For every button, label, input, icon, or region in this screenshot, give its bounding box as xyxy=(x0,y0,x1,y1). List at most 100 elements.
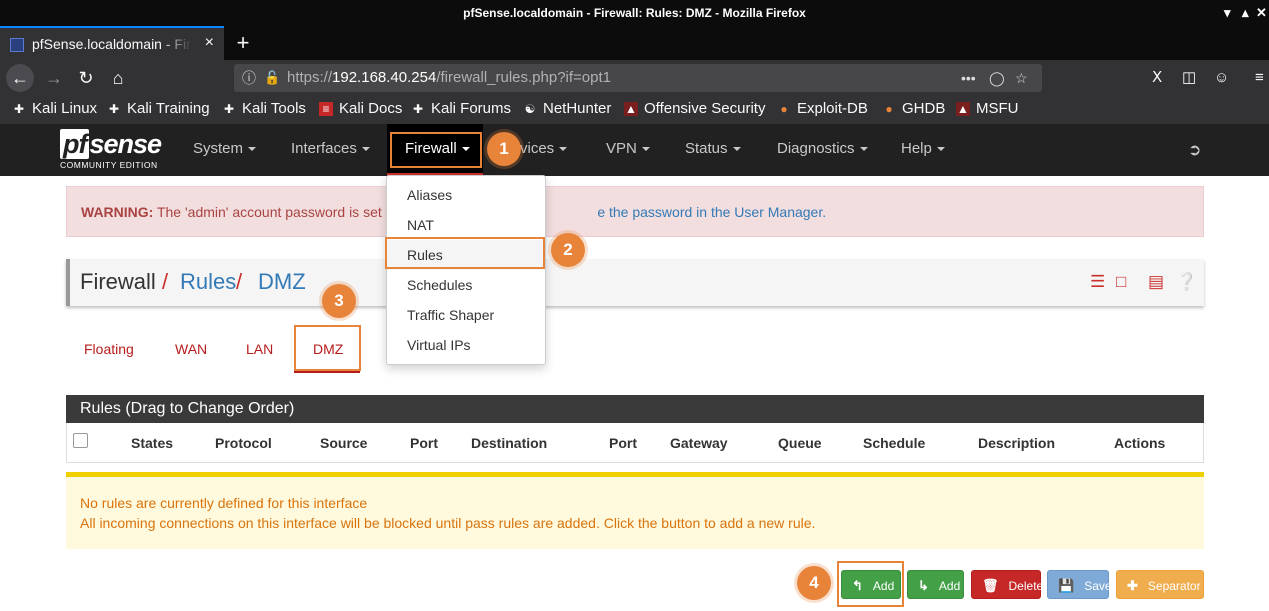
col-description: Description xyxy=(978,435,1056,451)
caret-down-icon xyxy=(641,147,650,152)
insecure-lock-icon[interactable]: 🔓 xyxy=(264,64,280,92)
menu-vpn[interactable]: VPN xyxy=(606,124,650,176)
firewall-dropdown: Aliases NAT Rules Schedules Traffic Shap… xyxy=(386,175,546,365)
notice-line-2: All incoming connections on this interfa… xyxy=(80,515,816,531)
bookmark-kali-linux[interactable]: ✚ Kali Linux xyxy=(12,100,97,117)
col-destination-port: Port xyxy=(609,435,637,451)
col-source: Source xyxy=(320,435,368,451)
new-tab-button[interactable]: + xyxy=(232,30,254,56)
window-title: pfSense.localdomain - Firewall: Rules: D… xyxy=(463,6,806,20)
caret-down-icon xyxy=(936,147,945,152)
nethunter-icon: ☯ xyxy=(524,101,536,116)
account-icon[interactable]: ☺ xyxy=(1214,64,1229,92)
reload-icon[interactable]: ↻ xyxy=(72,64,100,92)
logo-subtitle: COMMUNITY EDITION xyxy=(60,160,158,170)
menu-services[interactable]: vices xyxy=(520,124,568,176)
bookmark-kali-training[interactable]: ✚ Kali Training xyxy=(107,100,210,117)
menu-interfaces[interactable]: Interfaces xyxy=(291,124,370,176)
warning-text: The 'admin' account password is set to xyxy=(153,204,398,220)
pfsense-navbar: pf sense COMMUNITY EDITION System Interfa… xyxy=(0,124,1269,176)
save-icon: 💾 xyxy=(1058,578,1075,593)
col-states: States xyxy=(131,435,174,451)
kali-dragon-icon: ✚ xyxy=(13,101,25,116)
minimize-button[interactable]: ▾ xyxy=(1224,0,1231,26)
delete-button[interactable]: 🗑 Delete xyxy=(971,570,1043,599)
hamburger-menu-icon[interactable]: ≡ xyxy=(1255,64,1264,92)
bookmark-offensive-security[interactable]: ▲ Offensive Security xyxy=(624,100,765,117)
menu-help[interactable]: Help xyxy=(901,124,945,176)
col-schedule: Schedule xyxy=(863,435,926,451)
tab-lan[interactable]: LAN xyxy=(246,341,273,357)
logout-icon[interactable]: ➲ xyxy=(1188,140,1201,160)
sliders-icon[interactable]: ☰ xyxy=(1090,272,1105,292)
menu-diagnostics[interactable]: Diagnostics xyxy=(777,124,868,176)
home-icon[interactable]: ⌂ xyxy=(104,64,132,92)
bookmark-nethunter[interactable]: ☯ NetHunter xyxy=(523,100,612,117)
kali-dragon-icon: ✚ xyxy=(412,101,424,116)
caret-down-icon xyxy=(361,147,370,152)
dropdown-item-schedules[interactable]: Schedules xyxy=(407,277,472,293)
dropdown-item-traffic-shaper[interactable]: Traffic Shaper xyxy=(407,307,494,323)
breadcrumb: Firewall / Rules / DMZ ☰ □ ▤ ❔ xyxy=(66,259,1204,306)
back-arrow-icon[interactable]: ← xyxy=(6,64,34,92)
dropdown-item-aliases[interactable]: Aliases xyxy=(407,187,452,203)
bookmark-msfu[interactable]: ▲ MSFU xyxy=(956,100,1019,117)
tab-close-icon[interactable]: × xyxy=(205,34,214,52)
maximize-button[interactable]: ▴ xyxy=(1242,0,1249,26)
tab-wan[interactable]: WAN xyxy=(175,341,207,357)
url-bar[interactable]: ⓘ 🔓 https://192.168.40.254/firewall_rule… xyxy=(234,64,1042,92)
highlight-dmz-tab xyxy=(294,325,361,371)
dropdown-item-nat[interactable]: NAT xyxy=(407,217,434,233)
col-queue: Queue xyxy=(778,435,822,451)
info-icon[interactable]: ⓘ xyxy=(242,64,256,92)
bookmark-ghdb[interactable]: ● GHDB xyxy=(882,100,945,117)
kali-dragon-icon: ✚ xyxy=(223,101,235,116)
menu-system[interactable]: System xyxy=(193,124,257,176)
warning-label: WARNING: xyxy=(81,204,154,220)
docs-icon: ≡ xyxy=(319,101,333,116)
tab-title: pfSense.localdomain - Firewall: Rules: D… xyxy=(32,36,192,52)
page-actions-icon[interactable]: ••• xyxy=(961,64,976,92)
browser-tabbar: pfSense.localdomain - Firewall: Rules: D… xyxy=(0,26,1269,60)
interface-tabs: Floating WAN LAN DMZ xyxy=(66,325,1204,375)
rules-table-header: States Protocol Source Port Destination … xyxy=(66,423,1204,463)
url-text[interactable]: https://192.168.40.254/firewall_rules.ph… xyxy=(287,64,611,92)
bookmark-star-icon[interactable]: ☆ xyxy=(1015,64,1028,92)
notice-line-1: No rules are currently defined for this … xyxy=(80,495,368,511)
log-list-icon[interactable]: ▤ xyxy=(1148,272,1164,292)
breadcrumb-rules[interactable]: Rules xyxy=(180,269,236,295)
step-badge-3: 3 xyxy=(322,284,356,318)
user-manager-link[interactable]: e the password in the User Manager. xyxy=(597,204,826,220)
library-icon[interactable]: Ⅹ xyxy=(1152,64,1162,92)
step-badge-2: 2 xyxy=(551,233,585,267)
msfu-icon: ▲ xyxy=(956,101,970,116)
highlight-add-button xyxy=(837,561,904,607)
forward-arrow-icon[interactable]: → xyxy=(40,64,68,92)
add-separator-button[interactable]: ✚ Separator xyxy=(1116,570,1204,599)
bookmark-kali-forums[interactable]: ✚ Kali Forums xyxy=(411,100,511,117)
window-titlebar: pfSense.localdomain - Firewall: Rules: D… xyxy=(0,0,1269,26)
tab-floating[interactable]: Floating xyxy=(84,341,134,357)
dropdown-item-virtual-ips[interactable]: Virtual IPs xyxy=(407,337,471,353)
offsec-icon: ▲ xyxy=(624,101,638,116)
breadcrumb-dmz[interactable]: DMZ xyxy=(258,269,306,295)
menu-status[interactable]: Status xyxy=(685,124,741,176)
save-button[interactable]: 💾 Save xyxy=(1047,570,1112,599)
bar-chart-icon[interactable]: □ xyxy=(1116,272,1126,292)
add-rule-bottom-button[interactable]: ↳ Add xyxy=(907,570,964,599)
col-source-port: Port xyxy=(410,435,438,451)
kali-dragon-icon: ✚ xyxy=(108,101,120,116)
bookmark-exploit-db[interactable]: ● Exploit-DB xyxy=(777,100,867,117)
pocket-icon[interactable]: ◯ xyxy=(989,64,1005,92)
bookmark-kali-docs[interactable]: ≡ Kali Docs xyxy=(319,100,402,117)
browser-tab[interactable]: pfSense.localdomain - Firewall: Rules: D… xyxy=(0,26,224,60)
step-badge-4: 4 xyxy=(797,566,831,600)
breadcrumb-separator: / xyxy=(162,269,169,294)
sidebar-icon[interactable]: ◫ xyxy=(1182,64,1196,92)
pfsense-logo[interactable]: pf sense COMMUNITY EDITION xyxy=(60,129,162,170)
plus-icon: ✚ xyxy=(1127,578,1138,593)
window-close-button[interactable]: ✕ xyxy=(1256,0,1267,26)
bookmark-kali-tools[interactable]: ✚ Kali Tools xyxy=(222,100,306,117)
select-all-checkbox[interactable] xyxy=(73,433,88,448)
help-circle-icon[interactable]: ❔ xyxy=(1176,272,1197,292)
